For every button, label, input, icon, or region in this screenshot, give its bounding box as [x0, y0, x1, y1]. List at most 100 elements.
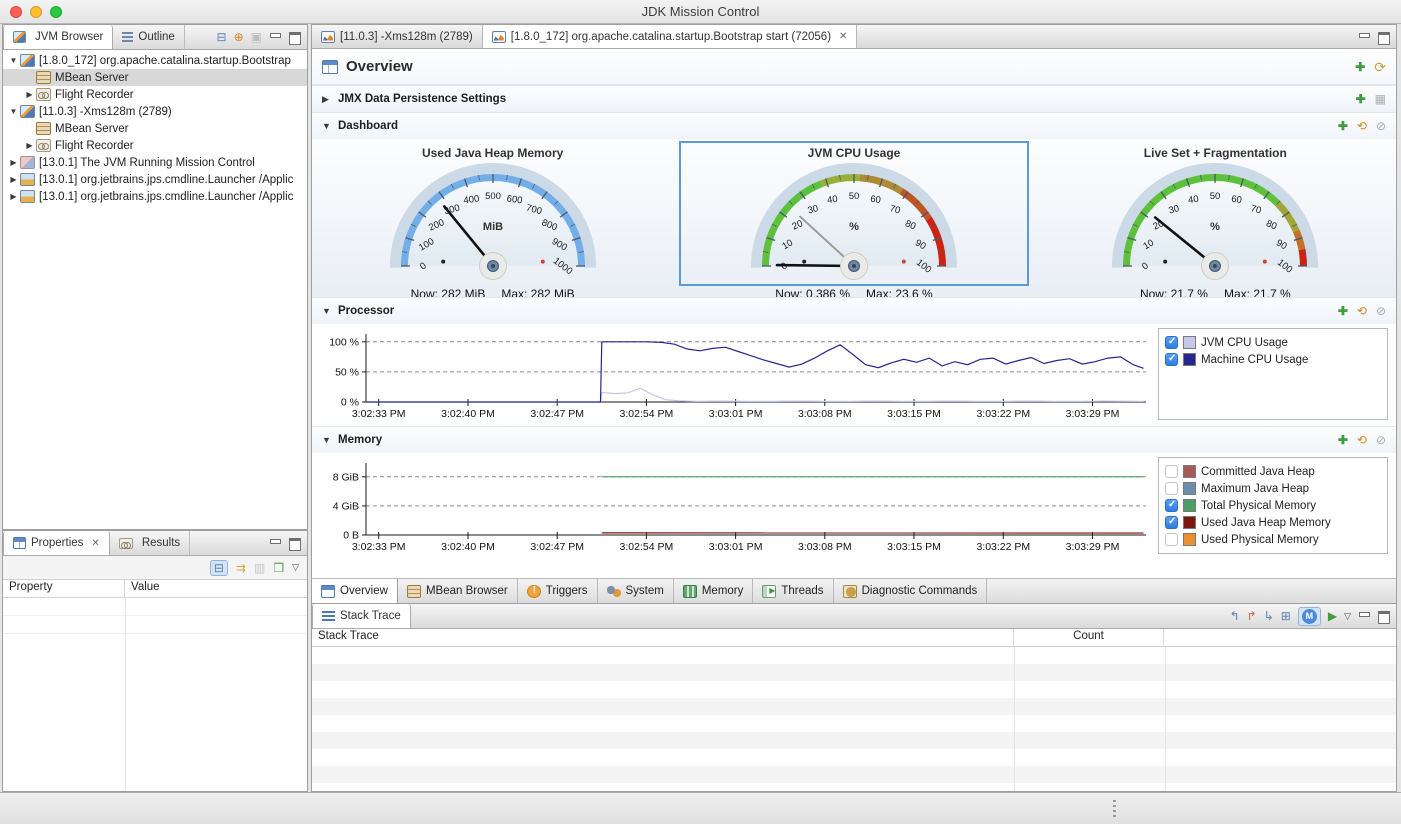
page-tab-mbean-browser[interactable]: MBean Browser	[398, 579, 518, 603]
collapse-all-icon[interactable]: ⊟	[217, 31, 227, 43]
checked-checkbox[interactable]	[1165, 353, 1178, 366]
page-tab-diagnostic-commands[interactable]: Diagnostic Commands	[834, 579, 988, 603]
tree-layout-icon[interactable]: ⊞	[1281, 610, 1291, 622]
filter-icon[interactable]: ▥	[254, 562, 265, 574]
gauge-heap[interactable]: Used Java Heap Memory 010020030040050060…	[312, 139, 673, 297]
minimize-view-icon[interactable]	[269, 32, 281, 42]
expanded-arrow-icon[interactable]: ▼	[322, 121, 338, 131]
page-tab-memory[interactable]: Memory	[674, 579, 754, 603]
tree-item[interactable]: ▶Flight Recorder	[3, 86, 307, 103]
tree-item[interactable]: ▶[13.0.1] org.jetbrains.jps.cmdline.Laun…	[3, 171, 307, 188]
unchecked-checkbox[interactable]	[1165, 482, 1178, 495]
expanded-arrow-icon[interactable]: ▼	[322, 306, 338, 316]
column-header-value[interactable]: Value	[125, 580, 166, 597]
minimize-view-icon[interactable]	[269, 538, 281, 548]
expanded-arrow-icon[interactable]: ▼	[7, 107, 20, 116]
close-icon[interactable]: ✕	[91, 538, 99, 549]
tree-item[interactable]: MBean Server	[3, 120, 307, 137]
view-menu-icon[interactable]: ▽	[292, 563, 299, 572]
run-icon[interactable]: ▶	[1328, 610, 1337, 622]
minimize-view-icon[interactable]	[1358, 32, 1370, 42]
legend-item[interactable]: Machine CPU Usage	[1165, 351, 1381, 368]
tree-item[interactable]: ▶[13.0.1] org.jetbrains.jps.cmdline.Laun…	[3, 188, 307, 205]
remove-icon[interactable]: ⊘	[1376, 434, 1386, 446]
column-header-count[interactable]: Count	[1014, 629, 1164, 646]
maximize-view-icon[interactable]	[288, 32, 300, 42]
section-dashboard[interactable]: ▼ Dashboard ✚ ⟲ ⊘	[312, 112, 1396, 139]
refresh-icon[interactable]: ⟲	[1357, 305, 1367, 317]
tab-properties[interactable]: Properties ✕	[3, 531, 110, 555]
unchecked-checkbox[interactable]	[1165, 465, 1178, 478]
expanded-arrow-icon[interactable]: ▼	[7, 56, 20, 65]
processor-chart[interactable]: 0 %50 %100 %3:02:33 PM3:02:40 PM3:02:47 …	[320, 328, 1150, 424]
add-icon[interactable]: ✚	[1338, 434, 1348, 446]
tree-item[interactable]: ▼[11.0.3] -Xms128m (2789)	[3, 103, 307, 120]
collapsed-arrow-icon[interactable]: ▶	[7, 192, 20, 201]
tree-item[interactable]: ▶[13.0.1] The JVM Running Mission Contro…	[3, 154, 307, 171]
column-header-property[interactable]: Property	[3, 580, 125, 597]
zoom-window-button[interactable]	[50, 6, 62, 18]
tab-results[interactable]: Results	[110, 531, 190, 555]
page-tab-triggers[interactable]: Triggers	[518, 579, 598, 603]
minimize-window-button[interactable]	[30, 6, 42, 18]
tree-item[interactable]: MBean Server	[3, 69, 307, 86]
refresh-icon[interactable]: ⟲	[1357, 120, 1367, 132]
editor-tab-0[interactable]: [11.0.3] -Xms128m (2789)	[312, 25, 483, 48]
column-header-stack-trace[interactable]: Stack Trace	[312, 629, 1014, 646]
maximize-view-icon[interactable]	[1377, 32, 1389, 42]
legend-item[interactable]: Used Java Heap Memory	[1165, 514, 1381, 531]
persistence-chart-icon[interactable]: ▦	[1375, 93, 1386, 105]
legend-item[interactable]: Used Physical Memory	[1165, 531, 1381, 548]
close-icon[interactable]: ✕	[839, 31, 847, 42]
remove-icon[interactable]: ⊘	[1376, 305, 1386, 317]
view-menu-icon[interactable]: ▽	[1344, 612, 1351, 621]
section-memory[interactable]: ▼ Memory ✚ ⟲ ⊘	[312, 426, 1396, 453]
tab-outline[interactable]: Outline	[113, 25, 184, 49]
page-tab-overview[interactable]: Overview	[312, 579, 398, 603]
reset-dashboard-icon[interactable]: ⟳	[1374, 60, 1386, 74]
tab-jvm-browser[interactable]: JVM Browser	[3, 25, 113, 49]
nav-out-icon[interactable]: ↳	[1264, 610, 1274, 622]
legend-item[interactable]: JVM CPU Usage	[1165, 334, 1381, 351]
nav-into-icon[interactable]: ↰	[1230, 610, 1240, 622]
page-tab-system[interactable]: System	[598, 579, 674, 603]
collapsed-arrow-icon[interactable]: ▶	[23, 141, 36, 150]
collapsed-arrow-icon[interactable]: ▶	[7, 175, 20, 184]
unchecked-checkbox[interactable]	[1165, 533, 1178, 546]
expanded-arrow-icon[interactable]: ▼	[322, 435, 338, 445]
checked-checkbox[interactable]	[1165, 336, 1178, 349]
resize-handle[interactable]	[1113, 800, 1116, 818]
maximize-view-icon[interactable]	[288, 538, 300, 548]
legend-item[interactable]: Maximum Java Heap	[1165, 480, 1381, 497]
add-icon[interactable]: ✚	[1338, 120, 1348, 132]
collapsed-arrow-icon[interactable]: ▶	[322, 94, 338, 105]
editor-tab-1[interactable]: [1.8.0_172] org.apache.catalina.startup.…	[483, 25, 858, 48]
gauge-cpu[interactable]: JVM CPU Usage 0102030405060708090100% No…	[673, 139, 1034, 297]
remove-icon[interactable]: ⊘	[1376, 120, 1386, 132]
pin-icon[interactable]: ❒	[273, 562, 284, 574]
checked-checkbox[interactable]	[1165, 499, 1178, 512]
new-connection-icon[interactable]: ⊕	[234, 31, 244, 43]
sort-icon[interactable]: ⇉	[236, 562, 246, 574]
page-tab-threads[interactable]: Threads	[753, 579, 833, 603]
maximize-view-icon[interactable]	[1377, 611, 1389, 621]
add-icon[interactable]: ✚	[1356, 93, 1366, 105]
add-icon[interactable]: ✚	[1338, 305, 1348, 317]
legend-item[interactable]: Committed Java Heap	[1165, 463, 1381, 480]
tree-item[interactable]: ▼[1.8.0_172] org.apache.catalina.startup…	[3, 52, 307, 69]
memory-chart[interactable]: 0 B4 GiB8 GiB3:02:33 PM3:02:40 PM3:02:47…	[320, 457, 1150, 557]
tree-mode-icon[interactable]: ⊟	[210, 560, 228, 576]
collapsed-arrow-icon[interactable]: ▶	[7, 158, 20, 167]
add-chart-icon[interactable]: ✚	[1355, 61, 1365, 73]
minimize-view-icon[interactable]	[1358, 611, 1370, 621]
collapsed-arrow-icon[interactable]: ▶	[23, 90, 36, 99]
tab-stack-trace[interactable]: Stack Trace	[312, 604, 411, 628]
section-processor[interactable]: ▼ Processor ✚ ⟲ ⊘	[312, 297, 1396, 324]
gauge-liveset[interactable]: Live Set + Fragmentation 010203040506070…	[1035, 139, 1396, 297]
legend-item[interactable]: Total Physical Memory	[1165, 497, 1381, 514]
checked-checkbox[interactable]	[1165, 516, 1178, 529]
close-window-button[interactable]	[10, 6, 22, 18]
nav-swap-icon[interactable]: ↱	[1247, 610, 1257, 622]
tree-item[interactable]: ▶Flight Recorder	[3, 137, 307, 154]
method-format-icon[interactable]: M	[1298, 607, 1321, 626]
